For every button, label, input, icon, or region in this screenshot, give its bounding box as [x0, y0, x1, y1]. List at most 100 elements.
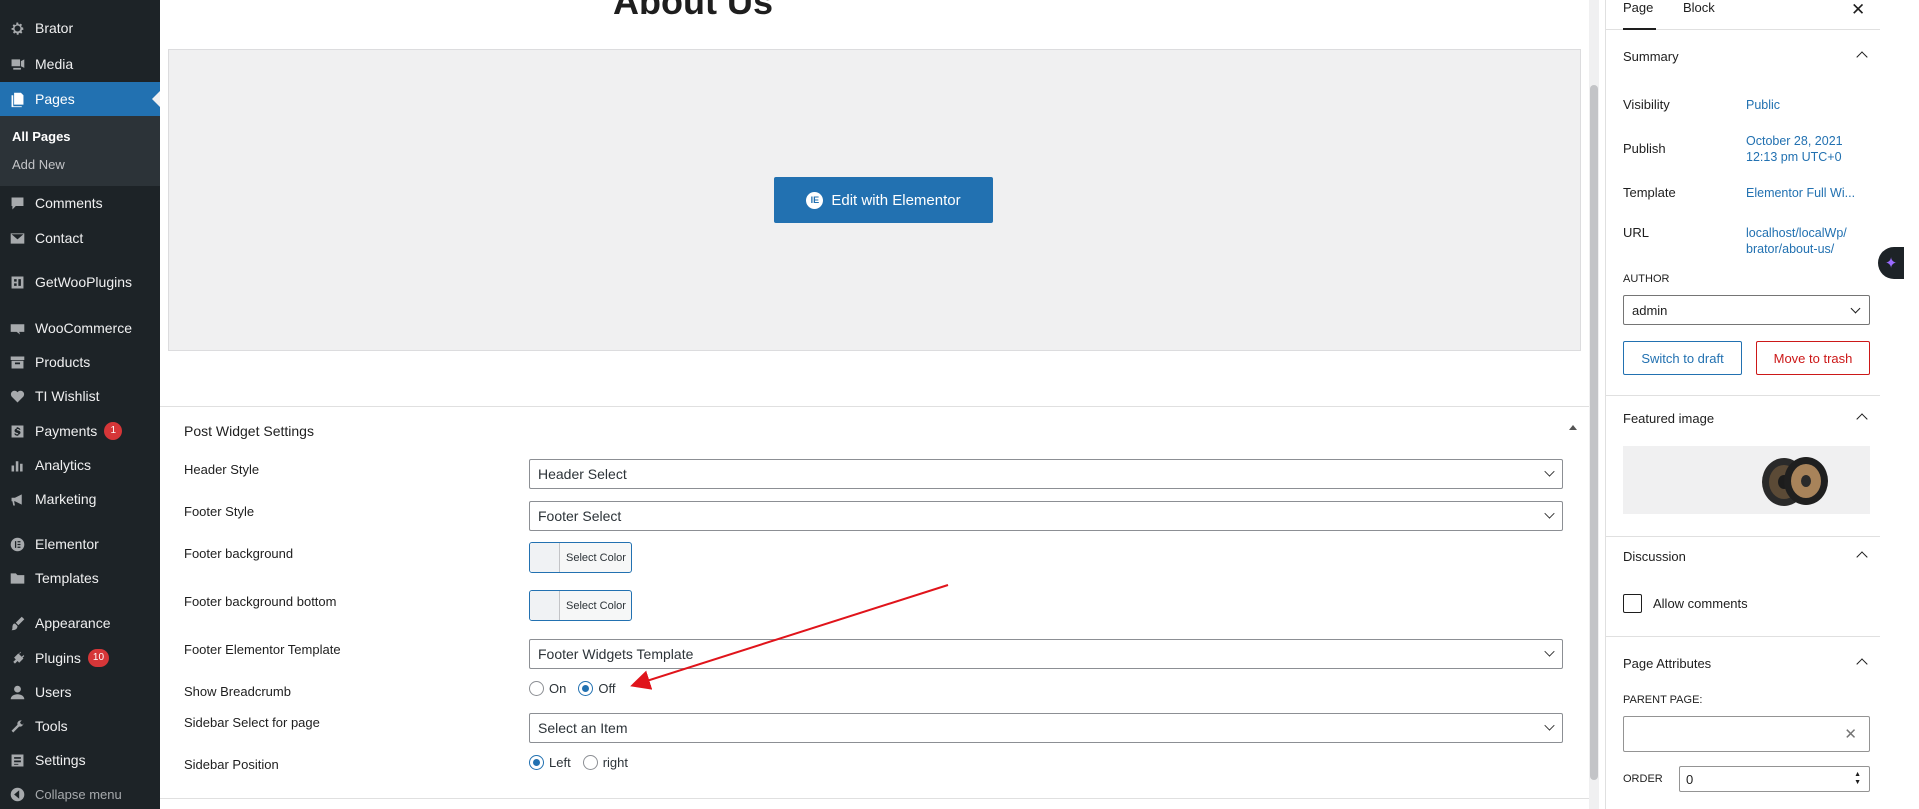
sidebar-position-label: Sidebar Position	[184, 757, 279, 772]
submenu-all-pages[interactable]: All Pages	[12, 129, 71, 144]
ai-assistant-sparkle-icon[interactable]: ✦	[1878, 247, 1904, 279]
footer-background-color-picker[interactable]: Select Color	[529, 542, 632, 573]
url-label: URL	[1623, 225, 1650, 240]
sidebar-right-radio[interactable]	[582, 755, 598, 770]
footer-style-select[interactable]: Footer Select	[529, 501, 1563, 531]
edit-with-elementor-label: Edit with Elementor	[831, 191, 961, 209]
chevron-up-icon[interactable]	[1856, 658, 1868, 670]
featured-image-panel-title[interactable]: Featured image	[1623, 411, 1714, 426]
pages-submenu: All Pages Add New	[0, 116, 160, 186]
menu-item-analytics[interactable]: Analytics	[0, 448, 160, 482]
menu-item-media[interactable]: Media	[0, 47, 160, 81]
tab-block[interactable]: Block	[1683, 0, 1715, 30]
sidebar-right-label: right	[602, 755, 628, 770]
menu-label: Comments	[35, 195, 103, 211]
menu-item-elementor[interactable]: Elementor	[0, 527, 160, 561]
menu-item-comments[interactable]: Comments	[0, 186, 160, 220]
chevron-down-icon	[1544, 646, 1555, 657]
menu-label: Appearance	[35, 615, 111, 631]
menu-item-pages[interactable]: Pages	[0, 82, 160, 116]
menu-label: Plugins	[35, 650, 81, 666]
page-title[interactable]: About Us	[613, 0, 773, 23]
gear-icon	[8, 19, 26, 37]
menu-item-marketing[interactable]: Marketing	[0, 482, 160, 516]
author-label: AUTHOR	[1623, 273, 1670, 285]
menu-label: Marketing	[35, 491, 97, 507]
submenu-add-new[interactable]: Add New	[12, 157, 65, 172]
menu-item-templates[interactable]: Templates	[0, 561, 160, 595]
close-icon[interactable]: ✕	[1851, 0, 1865, 20]
footer-background-label: Footer background	[184, 546, 294, 561]
post-widget-settings-metabox: Post Widget Settings Header Style Header…	[160, 406, 1589, 799]
chevron-down-icon	[1850, 303, 1861, 314]
allow-comments-checkbox[interactable]	[1623, 594, 1642, 613]
header-style-label: Header Style	[184, 462, 260, 477]
menu-item-getwooplugins[interactable]: GetWooPlugins	[0, 265, 160, 299]
editor-scrollbar-thumb[interactable]	[1590, 85, 1598, 780]
sidebar-position-radio-group: Left right	[529, 755, 640, 770]
switch-to-draft-button[interactable]: Switch to draft	[1623, 341, 1742, 375]
chevron-up-icon[interactable]	[1856, 413, 1868, 425]
sidebar-select[interactable]: Select an Item	[529, 713, 1563, 743]
color-swatch	[530, 543, 560, 572]
plugin-store-icon	[8, 273, 26, 291]
parent-page-input[interactable]: ✕	[1623, 716, 1870, 752]
order-input[interactable]: 0 ▲ ▼	[1679, 766, 1870, 792]
move-to-trash-button[interactable]: Move to trash	[1756, 341, 1870, 375]
header-style-value: Header Select	[538, 466, 627, 482]
breadcrumb-off-radio[interactable]	[578, 681, 594, 696]
edit-with-elementor-button[interactable]: IE Edit with Elementor	[774, 177, 993, 223]
clear-icon[interactable]: ✕	[1844, 725, 1857, 743]
url-value[interactable]: localhost/localWp/ brator/about-us/	[1746, 225, 1866, 257]
menu-item-plugins[interactable]: Plugins 10	[0, 641, 160, 675]
template-label: Template	[1623, 185, 1676, 200]
menu-item-contact[interactable]: Contact	[0, 221, 160, 255]
menu-item-products[interactable]: Products	[0, 345, 160, 379]
menu-item-payments[interactable]: Payments 1	[0, 414, 160, 448]
menu-item-ti-wishlist[interactable]: TI Wishlist	[0, 379, 160, 413]
settings-icon	[8, 751, 26, 769]
allow-comments-label: Allow comments	[1653, 596, 1748, 611]
summary-panel-title[interactable]: Summary	[1623, 49, 1679, 64]
publish-value[interactable]: October 28, 2021 12:13 pm UTC+0	[1746, 133, 1866, 165]
menu-label: Payments	[35, 423, 98, 439]
chevron-up-icon[interactable]	[1856, 551, 1868, 563]
brush-icon	[8, 614, 26, 632]
metabox-collapse-icon[interactable]	[1569, 425, 1577, 430]
header-style-select[interactable]: Header Select	[529, 459, 1563, 489]
plugins-update-badge: 10	[87, 649, 110, 667]
color-swatch	[530, 591, 560, 620]
visibility-value[interactable]: Public	[1746, 97, 1866, 113]
woo-icon	[8, 319, 26, 337]
author-select[interactable]: admin	[1623, 295, 1870, 325]
archive-icon	[8, 353, 26, 371]
menu-label: Users	[35, 684, 72, 700]
tab-page[interactable]: Page	[1623, 0, 1656, 30]
elementor-placeholder: IE Edit with Elementor	[168, 49, 1581, 351]
sidebar-left-radio[interactable]	[529, 755, 544, 770]
menu-item-appearance[interactable]: Appearance	[0, 606, 160, 640]
collapse-menu-button[interactable]: Collapse menu	[0, 777, 160, 809]
user-icon	[8, 683, 26, 701]
breadcrumb-on-radio[interactable]	[529, 681, 544, 696]
footer-template-select[interactable]: Footer Widgets Template	[529, 639, 1563, 669]
page-attributes-panel-title[interactable]: Page Attributes	[1623, 656, 1711, 671]
menu-item-woocommerce[interactable]: WooCommerce	[0, 311, 160, 345]
sidebar-select-value: Select an Item	[538, 720, 628, 736]
sidebar-select-label: Sidebar Select for page	[184, 715, 320, 730]
menu-item-tools[interactable]: Tools	[0, 709, 160, 743]
featured-image-preview[interactable]	[1623, 446, 1870, 514]
block-editor-canvas: About Us IE Edit with Elementor Post Wid…	[160, 0, 1599, 809]
footer-style-value: Footer Select	[538, 508, 622, 524]
chevron-up-icon[interactable]	[1856, 51, 1868, 63]
menu-item-brator[interactable]: Brator	[0, 11, 160, 45]
elementor-logo-icon: IE	[806, 191, 824, 209]
discussion-panel-title[interactable]: Discussion	[1623, 549, 1686, 564]
spinner-icon[interactable]: ▲ ▼	[1854, 771, 1861, 787]
footer-template-label: Footer Elementor Template	[184, 642, 341, 657]
footer-background-bottom-color-picker[interactable]: Select Color	[529, 590, 632, 621]
menu-label: Settings	[35, 752, 86, 768]
menu-item-settings[interactable]: Settings	[0, 743, 160, 777]
template-value[interactable]: Elementor Full Wi...	[1746, 185, 1866, 201]
menu-item-users[interactable]: Users	[0, 675, 160, 709]
